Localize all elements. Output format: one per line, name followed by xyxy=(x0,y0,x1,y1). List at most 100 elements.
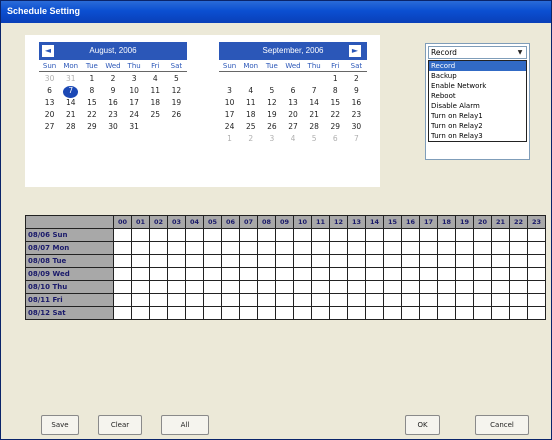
schedule-cell[interactable] xyxy=(365,241,384,255)
schedule-cell[interactable] xyxy=(167,228,186,242)
calendar-day[interactable]: 18 xyxy=(240,110,261,122)
schedule-cell[interactable] xyxy=(203,306,222,320)
schedule-cell[interactable] xyxy=(383,254,402,268)
schedule-cell[interactable] xyxy=(383,241,402,255)
schedule-cell[interactable] xyxy=(455,254,474,268)
calendar-day[interactable]: 28 xyxy=(60,122,81,134)
calendar-day[interactable]: 14 xyxy=(304,98,325,110)
schedule-cell[interactable] xyxy=(311,254,330,268)
next-month-button[interactable]: ► xyxy=(349,45,361,57)
schedule-cell[interactable] xyxy=(401,267,420,281)
schedule-cell[interactable] xyxy=(419,280,438,294)
calendar-day[interactable]: 11 xyxy=(145,86,166,98)
calendar-day[interactable]: 2 xyxy=(240,134,261,146)
schedule-cell[interactable] xyxy=(347,241,366,255)
calendar-day[interactable]: 6 xyxy=(325,134,346,146)
schedule-cell[interactable] xyxy=(401,254,420,268)
schedule-cell[interactable] xyxy=(131,254,150,268)
calendar-day[interactable]: 3 xyxy=(261,134,282,146)
calendar-day[interactable]: 9 xyxy=(102,86,123,98)
schedule-cell[interactable] xyxy=(347,254,366,268)
schedule-cell[interactable] xyxy=(221,280,240,294)
calendar-day[interactable]: 16 xyxy=(346,98,367,110)
calendar-day[interactable]: 8 xyxy=(325,86,346,98)
calendar-day[interactable]: 16 xyxy=(102,98,123,110)
schedule-cell[interactable] xyxy=(167,267,186,281)
schedule-cell[interactable] xyxy=(329,280,348,294)
event-type-option[interactable]: Enable Network xyxy=(429,81,526,91)
schedule-cell[interactable] xyxy=(221,241,240,255)
calendar-day[interactable]: 26 xyxy=(261,122,282,134)
schedule-cell[interactable] xyxy=(257,293,276,307)
schedule-cell[interactable] xyxy=(509,306,528,320)
calendar-day[interactable]: 17 xyxy=(219,110,240,122)
calendar-day[interactable]: 23 xyxy=(102,110,123,122)
schedule-cell[interactable] xyxy=(329,241,348,255)
calendar-day[interactable]: 31 xyxy=(60,74,81,86)
schedule-cell[interactable] xyxy=(167,306,186,320)
calendar-day[interactable]: 12 xyxy=(261,98,282,110)
schedule-cell[interactable] xyxy=(131,306,150,320)
schedule-cell[interactable] xyxy=(437,267,456,281)
calendar-day[interactable]: 30 xyxy=(39,74,60,86)
calendar-day[interactable]: 6 xyxy=(282,86,303,98)
schedule-cell[interactable] xyxy=(203,241,222,255)
schedule-cell[interactable] xyxy=(437,306,456,320)
schedule-cell[interactable] xyxy=(113,293,132,307)
calendar-day[interactable]: 15 xyxy=(325,98,346,110)
schedule-cell[interactable] xyxy=(401,228,420,242)
calendar-day[interactable]: 25 xyxy=(240,122,261,134)
schedule-cell[interactable] xyxy=(473,267,492,281)
schedule-cell[interactable] xyxy=(311,267,330,281)
calendar-day[interactable]: 18 xyxy=(145,98,166,110)
calendar-day[interactable]: 22 xyxy=(325,110,346,122)
schedule-cell[interactable] xyxy=(491,293,510,307)
calendar-day[interactable]: 20 xyxy=(282,110,303,122)
schedule-cell[interactable] xyxy=(329,306,348,320)
schedule-cell[interactable] xyxy=(293,228,312,242)
schedule-cell[interactable] xyxy=(257,254,276,268)
schedule-cell[interactable] xyxy=(131,293,150,307)
calendar-day[interactable]: 19 xyxy=(166,98,187,110)
schedule-cell[interactable] xyxy=(149,241,168,255)
calendar-day[interactable]: 21 xyxy=(60,110,81,122)
schedule-cell[interactable] xyxy=(293,280,312,294)
calendar-day[interactable]: 3 xyxy=(124,74,145,86)
schedule-cell[interactable] xyxy=(293,293,312,307)
schedule-cell[interactable] xyxy=(239,293,258,307)
schedule-cell[interactable] xyxy=(167,241,186,255)
calendar-day[interactable]: 10 xyxy=(219,98,240,110)
schedule-cell[interactable] xyxy=(455,241,474,255)
schedule-cell[interactable] xyxy=(275,241,294,255)
schedule-cell[interactable] xyxy=(527,306,546,320)
schedule-cell[interactable] xyxy=(473,306,492,320)
calendar-day[interactable]: 5 xyxy=(261,86,282,98)
schedule-cell[interactable] xyxy=(167,293,186,307)
schedule-cell[interactable] xyxy=(221,254,240,268)
calendar-day[interactable]: 12 xyxy=(166,86,187,98)
schedule-cell[interactable] xyxy=(185,228,204,242)
schedule-cell[interactable] xyxy=(275,280,294,294)
calendar-day[interactable]: 3 xyxy=(219,86,240,98)
event-type-option[interactable]: Turn on Relay2 xyxy=(429,121,526,131)
calendar-day[interactable]: 7 xyxy=(346,134,367,146)
schedule-cell[interactable] xyxy=(347,267,366,281)
schedule-cell[interactable] xyxy=(347,280,366,294)
calendar-day[interactable]: 4 xyxy=(240,86,261,98)
schedule-cell[interactable] xyxy=(473,241,492,255)
schedule-cell[interactable] xyxy=(401,293,420,307)
schedule-cell[interactable] xyxy=(527,228,546,242)
calendar-day[interactable]: 2 xyxy=(346,74,367,86)
calendar-day[interactable]: 23 xyxy=(346,110,367,122)
schedule-cell[interactable] xyxy=(113,306,132,320)
event-type-option[interactable]: Disable Alarm xyxy=(429,101,526,111)
calendar-day[interactable]: 30 xyxy=(346,122,367,134)
schedule-cell[interactable] xyxy=(473,254,492,268)
schedule-cell[interactable] xyxy=(149,306,168,320)
schedule-cell[interactable] xyxy=(113,241,132,255)
schedule-cell[interactable] xyxy=(239,228,258,242)
schedule-cell[interactable] xyxy=(527,293,546,307)
schedule-cell[interactable] xyxy=(365,267,384,281)
calendar-day[interactable]: 1 xyxy=(325,74,346,86)
schedule-cell[interactable] xyxy=(509,228,528,242)
